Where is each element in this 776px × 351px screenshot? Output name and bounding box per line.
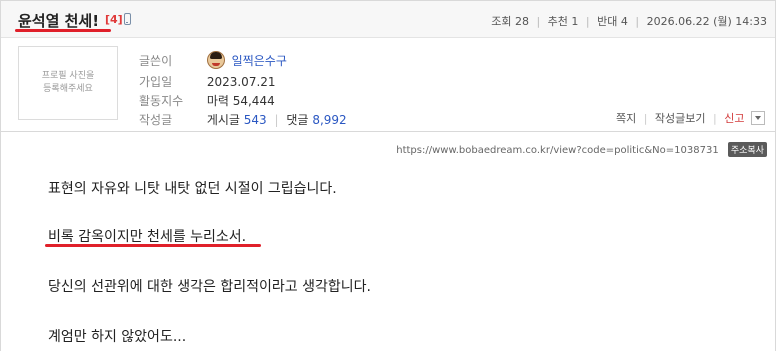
- posts-divider: |: [274, 113, 279, 127]
- comment-count[interactable]: [4]: [105, 13, 123, 26]
- activity-value: 마력 54,444: [206, 94, 275, 108]
- content-line: 비록 감옥이지만 천세를 누리소서.: [48, 229, 247, 245]
- joined-label: 가입일: [139, 75, 173, 89]
- views-label: 조회: [491, 15, 512, 28]
- message-link[interactable]: 쪽지: [616, 112, 636, 125]
- views-count: 28: [514, 15, 529, 28]
- url-row: https://www.bobaedream.co.kr/view?code=p…: [396, 142, 767, 157]
- post-view: 윤석열 천세! [4] 조회 28 | 추천 1 | 반대 4 | 2026.0…: [0, 0, 776, 351]
- posts-count-link[interactable]: 543: [244, 113, 267, 127]
- writer-label: 글쓴이: [139, 54, 173, 68]
- joined-date: 2023.07.21: [206, 75, 276, 89]
- mobile-icon: [124, 13, 131, 25]
- content-line: 계엄만 하지 않았어도...: [48, 329, 187, 345]
- activity-row: 활동지수 마력 54,444: [139, 92, 275, 109]
- copy-url-button[interactable]: 주소복사: [727, 142, 767, 157]
- oppose-count: 4: [620, 15, 628, 28]
- chevron-down-icon[interactable]: [751, 111, 765, 125]
- writer-row: 글쓴이 일찍은수구: [139, 50, 287, 71]
- actions-divider: |: [713, 112, 717, 125]
- content-line: 당신의 선관위에 대한 생각은 합리적이라고 생각합니다.: [48, 279, 371, 295]
- comments-text: 댓글: [286, 113, 309, 127]
- recommend-label: 추천: [547, 15, 568, 28]
- content-line: 표현의 자유와 니탓 내탓 없던 시절이 그립습니다.: [48, 181, 337, 197]
- author-nickname[interactable]: 일찍은수구: [232, 54, 287, 68]
- report-link[interactable]: 신고: [724, 112, 744, 125]
- user-avatar-icon[interactable]: [206, 50, 225, 69]
- profile-placeholder-text: 등록해주세요: [43, 84, 93, 94]
- comments-count-link[interactable]: 8,992: [312, 113, 346, 127]
- section-divider: [1, 131, 775, 132]
- author-actions: 쪽지 | 작성글보기 | 신고: [616, 110, 765, 126]
- profile-placeholder-text: 프로필 사진을: [41, 71, 95, 81]
- profile-photo-placeholder: 프로필 사진을 등록해주세요: [18, 46, 118, 120]
- post-url: https://www.bobaedream.co.kr/view?code=p…: [396, 145, 719, 156]
- posts-text: 게시글: [206, 113, 240, 127]
- posts-label: 작성글: [139, 113, 173, 127]
- stats-divider: |: [635, 15, 640, 28]
- post-title: 윤석열 천세!: [18, 12, 100, 30]
- post-date: 2026.06.22 (월) 14:33: [646, 15, 767, 28]
- joined-row: 가입일 2023.07.21: [139, 73, 276, 90]
- oppose-label: 반대: [597, 15, 618, 28]
- stats-divider: |: [585, 15, 590, 28]
- post-stats: 조회 28 | 추천 1 | 반대 4 | 2026.06.22 (월) 14:…: [491, 13, 767, 29]
- recommend-count: 1: [571, 15, 579, 28]
- content-highlight-underline: [45, 244, 261, 247]
- activity-label: 활동지수: [139, 94, 184, 108]
- actions-divider: |: [643, 112, 648, 125]
- view-posts-link[interactable]: 작성글보기: [655, 112, 706, 125]
- title-highlight-underline: [15, 29, 111, 32]
- stats-divider: |: [536, 15, 541, 28]
- posts-row: 작성글 게시글 543 | 댓글 8,992: [139, 111, 347, 128]
- post-header: 윤석열 천세! [4] 조회 28 | 추천 1 | 반대 4 | 2026.0…: [1, 0, 775, 38]
